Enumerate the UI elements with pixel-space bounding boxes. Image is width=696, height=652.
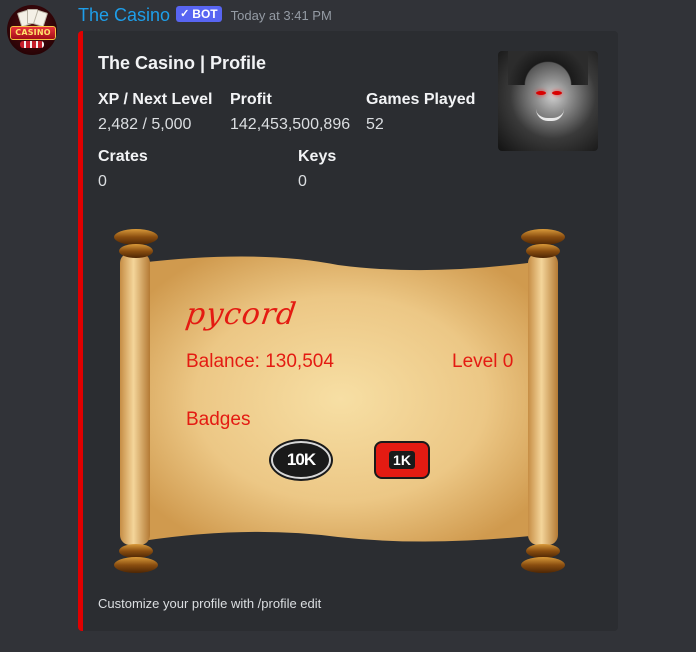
joker-portrait-icon[interactable] xyxy=(498,51,598,151)
field-keys: Keys 0 xyxy=(298,147,336,192)
field-keys-name: Keys xyxy=(298,148,337,165)
field-xp-value: 2,482 / 5,000 xyxy=(98,116,192,133)
avatar-logo-text: CASINO xyxy=(10,26,56,40)
field-games-value: 52 xyxy=(366,116,384,133)
field-crates: Crates 0 xyxy=(98,147,148,192)
field-profit-value: 142,453,500,896 xyxy=(230,116,351,133)
avatar[interactable]: CASINO xyxy=(7,5,57,55)
profile-embed: The Casino | Profile XP / Next Level 2,4… xyxy=(78,31,618,631)
embed-title: The Casino | Profile xyxy=(98,53,267,73)
badge-1k-label: 1K xyxy=(389,451,415,469)
badge-10k-label: 10K xyxy=(286,450,316,469)
profile-balance: Balance: 130,504 xyxy=(186,351,334,372)
field-keys-value: 0 xyxy=(298,173,307,190)
message: CASINO The Casino ✓ BOT Today at 3:41 PM… xyxy=(0,0,696,652)
field-profit-name: Profit xyxy=(230,91,272,108)
field-xp-name: XP / Next Level xyxy=(98,91,213,108)
bot-tag-label: BOT xyxy=(192,7,218,21)
profile-card-image[interactable]: pycord Balance: 130,504 Level 0 Badges 1… xyxy=(98,225,578,575)
profile-username: pycord xyxy=(183,297,300,332)
1k-badge-icon: 1K xyxy=(374,441,430,479)
verified-check-icon: ✓ xyxy=(180,8,190,20)
profile-level: Level 0 xyxy=(452,351,514,372)
field-games: Games Played 52 xyxy=(366,90,475,135)
casino-chips-icon xyxy=(20,41,44,48)
message-header: The Casino ✓ BOT Today at 3:41 PM xyxy=(78,4,332,26)
10k-badge-icon: 10K xyxy=(271,441,331,479)
timestamp[interactable]: Today at 3:41 PM xyxy=(231,8,332,23)
field-crates-name: Crates xyxy=(98,148,148,165)
playing-cards-icon xyxy=(16,9,49,28)
field-profit: Profit 142,453,500,896 xyxy=(230,90,350,135)
profile-badges-label: Badges xyxy=(186,409,251,430)
author-name[interactable]: The Casino xyxy=(78,5,170,26)
field-xp: XP / Next Level 2,482 / 5,000 xyxy=(98,90,212,135)
field-crates-value: 0 xyxy=(98,173,107,190)
field-games-name: Games Played xyxy=(366,91,476,108)
bot-tag: ✓ BOT xyxy=(176,6,222,22)
parchment-scroll-icon xyxy=(114,229,565,573)
embed-footer: Customize your profile with /profile edi… xyxy=(98,596,322,611)
